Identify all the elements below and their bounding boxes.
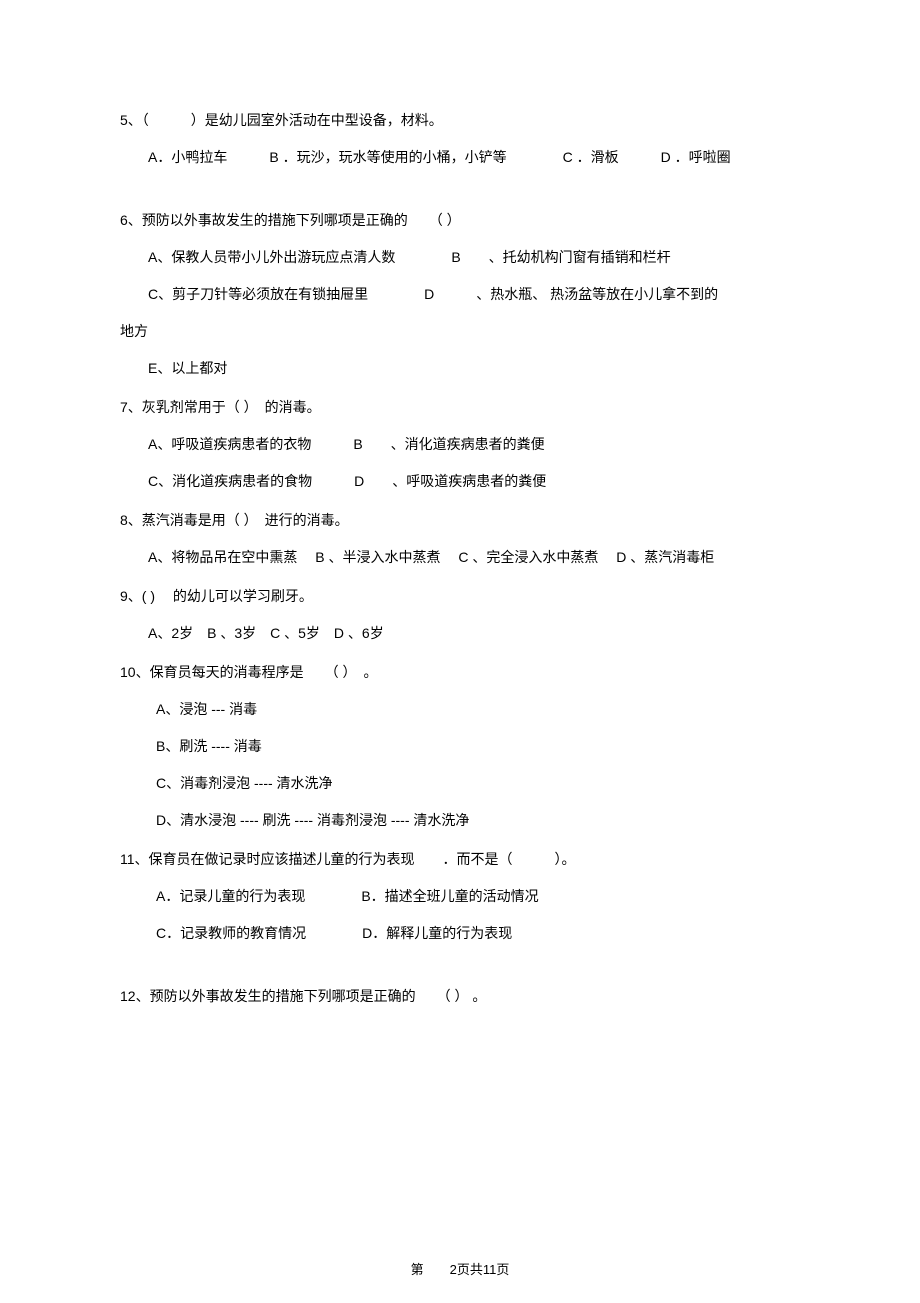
question-11-option-ab: A．记录儿童的行为表现 B．描述全班儿童的活动情况 [120, 886, 800, 907]
question-12-stem: 12、预防以外事故发生的措施下列哪项是正确的 （ ） 。 [120, 986, 800, 1007]
question-7-option-cd: C、消化道疾病患者的食物 D 、呼吸道疾病患者的粪便 [120, 471, 800, 492]
question-7-stem: 7、灰乳剂常用于（ ） 的消毒。 [120, 397, 800, 418]
question-11-option-cd: C．记录教师的教育情况 D．解释儿童的行为表现 [120, 923, 800, 944]
question-6-option-ab: A、保教人员带小儿外出游玩应点清人数 B 、托幼机构门窗有插销和栏杆 [120, 247, 800, 268]
question-10-option-d: D、清水浸泡 ---- 刷洗 ---- 消毒剂浸泡 ---- 清水洗净 [120, 810, 800, 831]
question-11-stem: 11、保育员在做记录时应该描述儿童的行为表现 ．而不是（ ）。 [120, 849, 800, 870]
question-10-stem: 10、保育员每天的消毒程序是 （ ） 。 [120, 662, 800, 683]
question-10: 10、保育员每天的消毒程序是 （ ） 。 A、浸泡 --- 消毒 B、刷洗 --… [120, 662, 800, 831]
question-6: 6、预防以外事故发生的措施下列哪项是正确的 （ ） A、保教人员带小儿外出游玩应… [120, 210, 800, 379]
spacer [120, 962, 800, 986]
question-12: 12、预防以外事故发生的措施下列哪项是正确的 （ ） 。 [120, 986, 800, 1007]
question-6-stem: 6、预防以外事故发生的措施下列哪项是正确的 （ ） [120, 210, 800, 231]
question-9-options: A、2岁 B 、3岁 C 、5岁 D 、6岁 [120, 623, 800, 644]
question-8: 8、蒸汽消毒是用（ ） 进行的消毒。 A、将物品吊在空中熏蒸 B 、半浸入水中蒸… [120, 510, 800, 568]
question-8-options: A、将物品吊在空中熏蒸 B 、半浸入水中蒸煮 C 、完全浸入水中蒸煮 D 、蒸汽… [120, 547, 800, 568]
question-11: 11、保育员在做记录时应该描述儿童的行为表现 ．而不是（ ）。 A．记录儿童的行… [120, 849, 800, 944]
question-6-continuation: 地方 [120, 321, 800, 342]
question-10-option-b: B、刷洗 ---- 消毒 [120, 736, 800, 757]
question-10-option-a: A、浸泡 --- 消毒 [120, 699, 800, 720]
spacer [120, 186, 800, 210]
question-8-stem: 8、蒸汽消毒是用（ ） 进行的消毒。 [120, 510, 800, 531]
question-6-option-cd: C、剪子刀针等必须放在有锁抽屉里 D 、热水瓶、 热汤盆等放在小儿拿不到的 [120, 284, 800, 305]
page-footer: 第 2页共11页 [0, 1260, 920, 1280]
question-7-option-ab: A、呼吸道疾病患者的衣物 B 、消化道疾病患者的粪便 [120, 434, 800, 455]
question-10-option-c: C、消毒剂浸泡 ---- 清水洗净 [120, 773, 800, 794]
question-5-options: A．小鸭拉车 B ．玩沙，玩水等使用的小桶，小铲等 C ．滑板 D ．呼啦圈 [120, 147, 800, 168]
question-9-stem: 9、( ) 的幼儿可以学习刷牙。 [120, 586, 800, 607]
question-5: 5、（ ）是幼儿园室外活动在中型设备，材料。 A．小鸭拉车 B ．玩沙，玩水等使… [120, 110, 800, 168]
question-6-option-e: E、以上都对 [120, 358, 800, 379]
question-5-stem: 5、（ ）是幼儿园室外活动在中型设备，材料。 [120, 110, 800, 131]
question-7: 7、灰乳剂常用于（ ） 的消毒。 A、呼吸道疾病患者的衣物 B 、消化道疾病患者… [120, 397, 800, 492]
question-9: 9、( ) 的幼儿可以学习刷牙。 A、2岁 B 、3岁 C 、5岁 D 、6岁 [120, 586, 800, 644]
